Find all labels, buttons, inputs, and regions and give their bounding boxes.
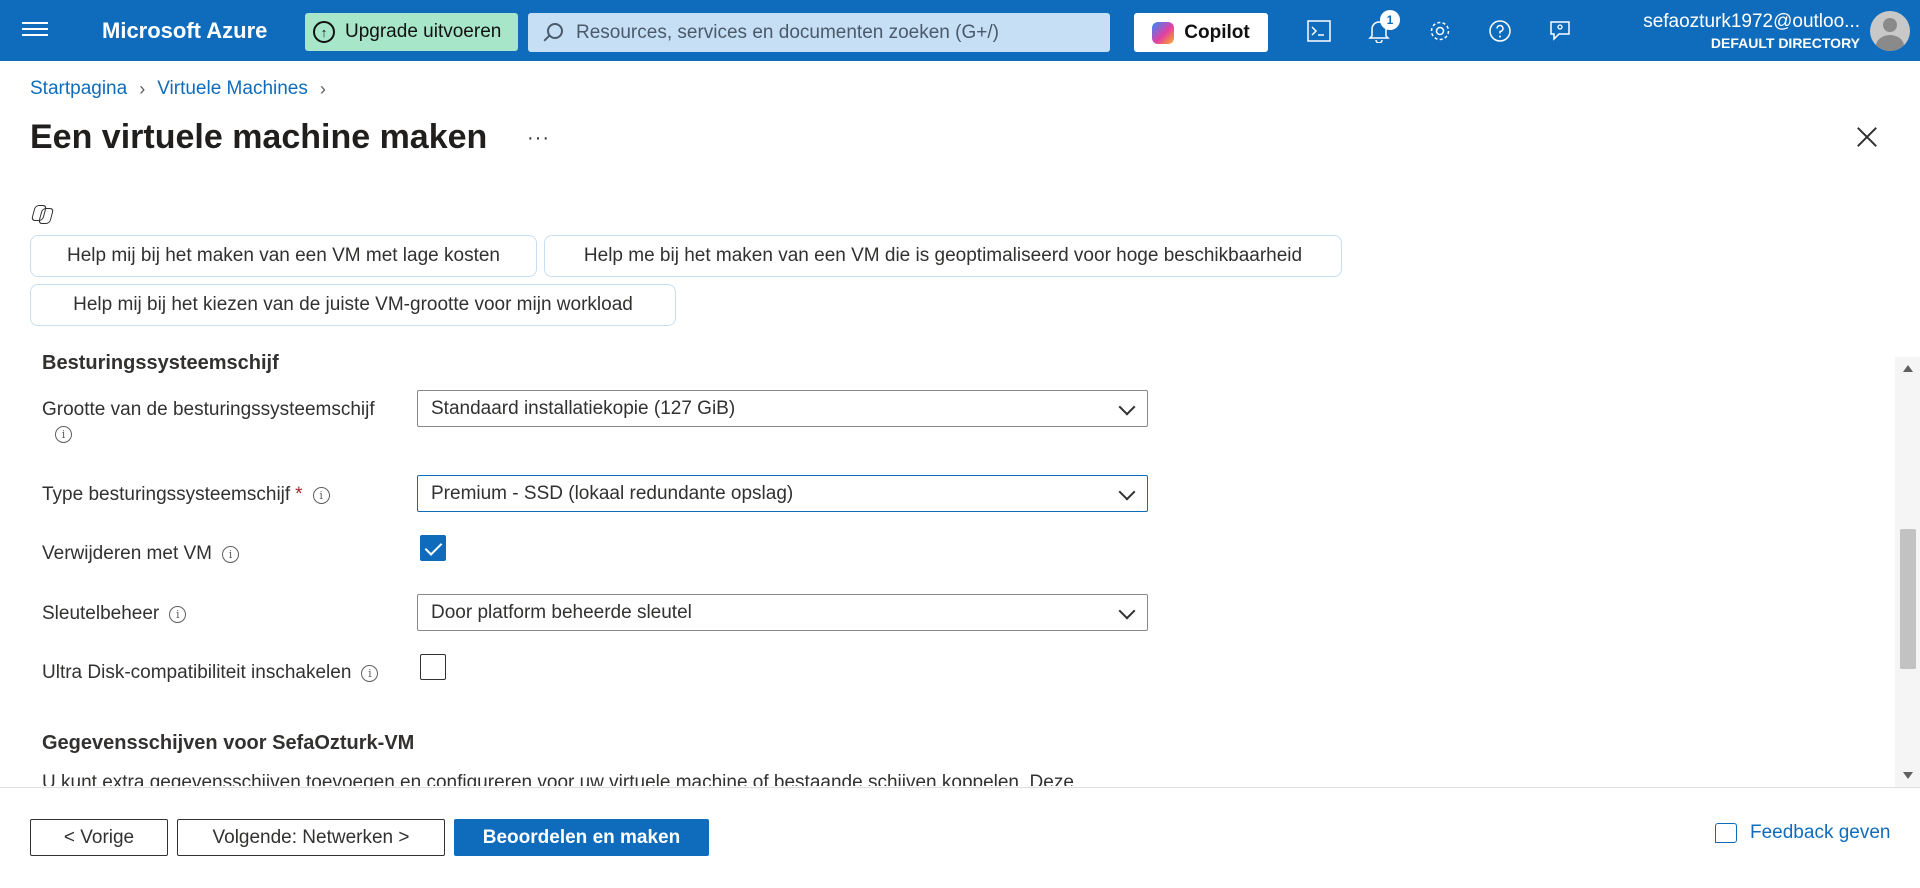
copilot-label: Copilot [1184, 21, 1250, 43]
scroll-up-arrow-icon[interactable] [1903, 365, 1913, 372]
delete-with-vm-checkbox[interactable] [420, 535, 446, 561]
scrollbar-thumb[interactable] [1900, 529, 1916, 669]
chevron-right-icon: › [319, 78, 326, 99]
required-asterisk: * [295, 484, 303, 505]
page-title: Een virtuele machine maken [30, 118, 488, 156]
search-icon [542, 22, 563, 43]
help-icon[interactable] [1486, 17, 1514, 45]
disk-settings-form: Besturingssysteemschijf Grootte van de b… [0, 340, 1895, 786]
os-disk-type-label: Type besturingssysteemschijf * i [42, 484, 330, 506]
account-directory: DEFAULT DIRECTORY [1710, 35, 1860, 51]
top-navigation-bar: Microsoft Azure ↑ Upgrade uitvoeren Reso… [0, 0, 1920, 61]
search-placeholder: Resources, services en documenten zoeken… [576, 21, 999, 43]
ultra-disk-label-text: Ultra Disk-compatibiliteit inschakelen [42, 662, 352, 683]
data-disks-description: U kunt extra gegevensschijven toevoegen … [42, 772, 1074, 786]
account-email: sefaozturk1972@outloo... [1643, 11, 1860, 32]
scroll-down-arrow-icon[interactable] [1903, 772, 1913, 779]
suggestion-high-availability-vm[interactable]: Help me bij het maken van een VM die is … [544, 235, 1342, 277]
next-networking-button[interactable]: Volgende: Netwerken > [177, 819, 445, 856]
form-scrollbar[interactable] [1895, 357, 1920, 787]
suggestion-vm-size[interactable]: Help mij bij het kiezen van de juiste VM… [30, 284, 676, 326]
gear-icon[interactable] [1426, 17, 1454, 45]
chevron-down-icon [1118, 398, 1136, 416]
info-icon[interactable]: i [361, 664, 379, 682]
feedback-icon[interactable] [1546, 17, 1574, 45]
chevron-down-icon [1118, 602, 1136, 620]
review-create-button[interactable]: Beoordelen en maken [454, 819, 709, 856]
copilot-logo-icon [1152, 21, 1175, 44]
key-management-dropdown[interactable]: Door platform beheerde sleutel [417, 594, 1148, 631]
global-search-input[interactable]: Resources, services en documenten zoeken… [528, 13, 1110, 52]
upgrade-arrow-icon: ↑ [313, 21, 335, 43]
copilot-button[interactable]: Copilot [1134, 13, 1268, 52]
breadcrumb-home-link[interactable]: Startpagina [30, 78, 127, 100]
copilot-icon [30, 203, 55, 225]
give-feedback-link[interactable]: Feedback geven [1715, 822, 1891, 844]
notification-count-badge: 1 [1380, 10, 1400, 30]
os-disk-size-label-text: Grootte van de besturingssysteemschijf [42, 399, 375, 420]
feedback-icon [1715, 823, 1737, 843]
wizard-footer: < Vorige Volgende: Netwerken > Beoordele… [0, 787, 1920, 888]
info-icon[interactable]: i [55, 426, 72, 443]
os-disk-size-value: Standaard installatiekopie (127 GiB) [431, 397, 736, 419]
avatar[interactable] [1870, 11, 1910, 51]
breadcrumb: Startpagina › Virtuele Machines › [30, 78, 338, 100]
azure-brand[interactable]: Microsoft Azure [102, 18, 267, 44]
os-disk-type-label-text: Type besturingssysteemschijf [42, 484, 291, 505]
close-icon[interactable] [1856, 126, 1878, 148]
data-disks-section-title: Gegevensschijven voor SefaOzturk-VM [42, 732, 415, 754]
delete-with-vm-label: Verwijderen met VM i [42, 543, 240, 565]
key-management-label: Sleutelbeheer i [42, 603, 187, 625]
info-icon[interactable]: i [312, 486, 330, 504]
hamburger-menu-icon[interactable] [22, 18, 48, 42]
os-disk-size-dropdown[interactable]: Standaard installatiekopie (127 GiB) [417, 390, 1148, 427]
previous-button[interactable]: < Vorige [30, 819, 168, 856]
chevron-down-icon [1118, 483, 1136, 501]
breadcrumb-virtual-machines-link[interactable]: Virtuele Machines [157, 78, 308, 100]
os-disk-section-title: Besturingssysteemschijf [42, 352, 279, 374]
suggestion-low-cost-vm[interactable]: Help mij bij het maken van een VM met la… [30, 235, 537, 277]
chevron-right-icon: › [139, 78, 146, 99]
info-icon[interactable]: i [222, 545, 240, 563]
ultra-disk-checkbox[interactable] [420, 654, 446, 680]
cloud-shell-icon[interactable] [1305, 17, 1333, 45]
upgrade-button[interactable]: ↑ Upgrade uitvoeren [305, 13, 518, 51]
more-options-icon[interactable]: ··· [527, 127, 550, 150]
info-icon[interactable]: i [169, 605, 187, 623]
account-menu[interactable]: sefaozturk1972@outloo... DEFAULT DIRECTO… [1643, 11, 1860, 51]
delete-with-vm-label-text: Verwijderen met VM [42, 543, 213, 564]
os-disk-type-value: Premium - SSD (lokaal redundante opslag) [431, 482, 794, 504]
key-management-value: Door platform beheerde sleutel [431, 601, 692, 623]
ultra-disk-label: Ultra Disk-compatibiliteit inschakelen i [42, 662, 379, 684]
upgrade-label: Upgrade uitvoeren [345, 21, 502, 42]
os-disk-size-label: Grootte van de besturingssysteemschijf [42, 399, 375, 421]
feedback-label: Feedback geven [1750, 822, 1891, 843]
key-management-label-text: Sleutelbeheer [42, 603, 160, 624]
os-disk-type-dropdown[interactable]: Premium - SSD (lokaal redundante opslag) [417, 475, 1148, 512]
